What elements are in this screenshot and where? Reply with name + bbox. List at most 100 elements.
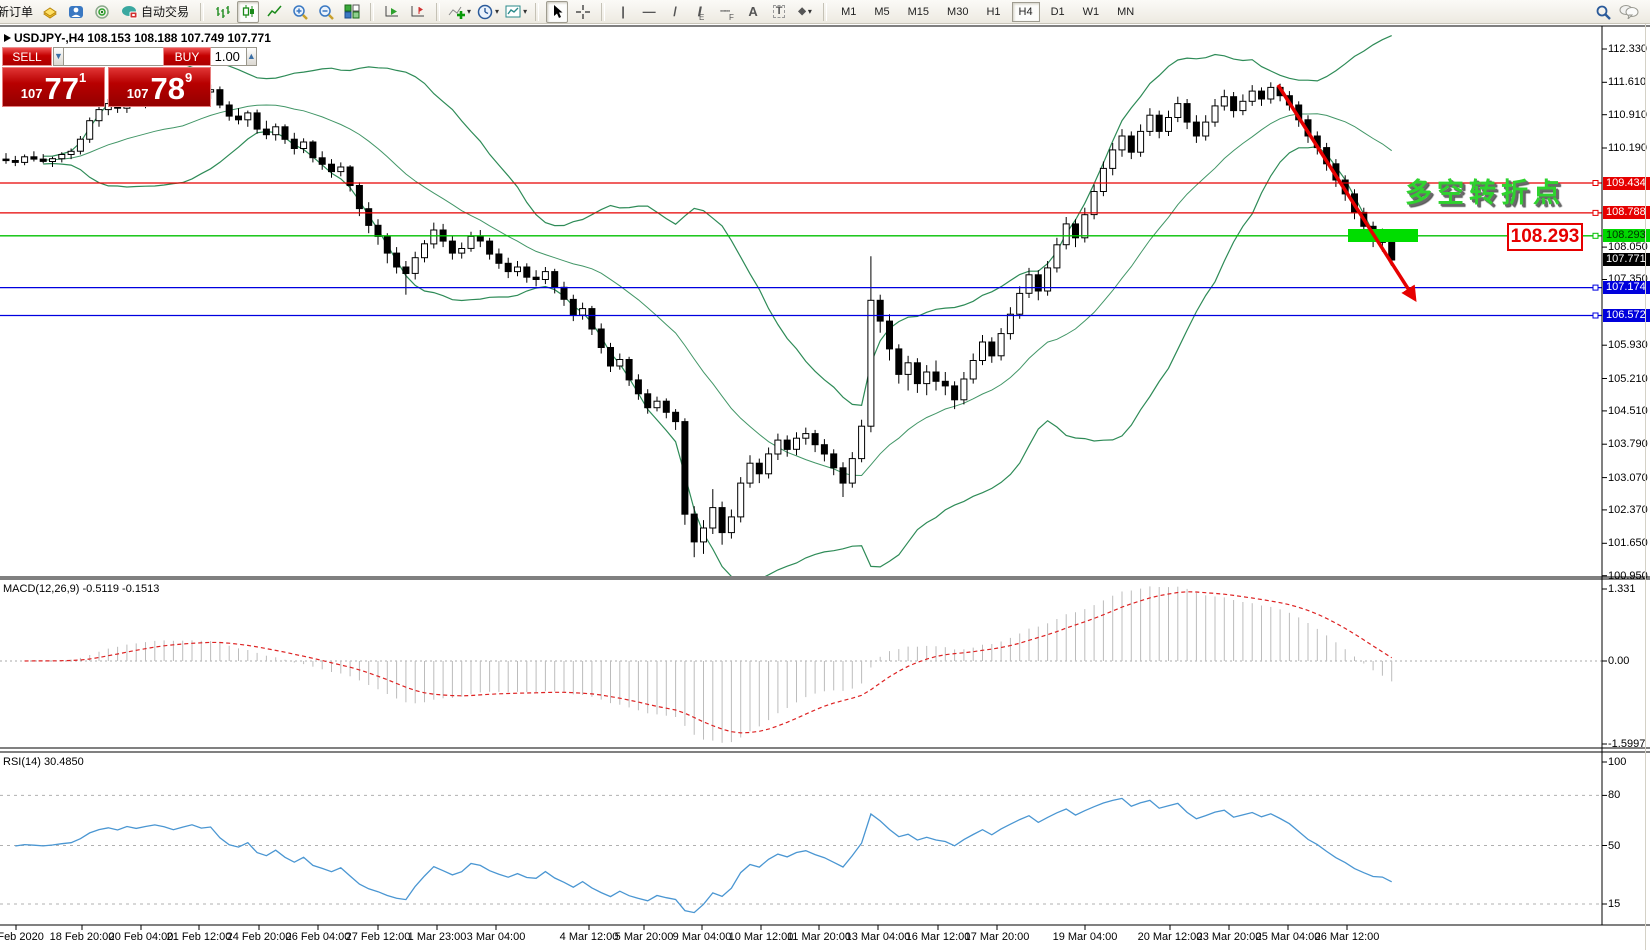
separator [370,3,374,21]
search-icon[interactable] [1592,1,1614,23]
timeframe-M30[interactable]: M30 [940,2,975,22]
buy-button[interactable]: BUY [163,47,211,66]
chart-ohlc-title: USDJPY-,H4 108.153 108.188 107.749 107.7… [14,31,271,45]
timeframe-M1[interactable]: M1 [834,2,863,22]
annotation-highlight-rect[interactable] [1348,229,1418,242]
timeframe-H1[interactable]: H1 [979,2,1007,22]
price-axis-tick: 104.510 [1608,405,1648,418]
favorites-icon[interactable] [39,1,61,23]
mql5-community-icon[interactable] [65,1,87,23]
price-axis-tick: 111.610 [1608,76,1646,89]
sell-price-big: 77 [44,74,78,104]
price-axis-tick: 103.070 [1608,472,1648,485]
price-axis-tick: 108.050 [1608,241,1648,254]
timeframe-group: M1M5M15M30H1H4D1W1MN [832,2,1143,22]
price-line-badge: 107.174 [1603,281,1650,294]
trendline-tool[interactable]: / [664,1,686,23]
timeframe-D1[interactable]: D1 [1044,2,1072,22]
time-axis-label: 11 Mar 20:00 [787,931,851,943]
autotrading-button[interactable]: 自动交易 [117,1,193,23]
buy-price-prefix: 107 [127,86,149,101]
time-axis-label: 21 Feb 12:00 [167,931,232,943]
cursor-tool-button[interactable] [546,1,568,23]
macd-axis-tick: -1.5997 [1608,738,1645,751]
price-chart-canvas [0,0,1650,950]
rsi-indicator [0,795,1602,912]
volume-decrease-button[interactable]: ▼ [53,47,64,66]
crosshair-tool-button[interactable] [572,1,594,23]
periods-button[interactable]: ▾ [476,1,500,23]
timeframe-H4[interactable]: H4 [1012,2,1040,22]
timeframe-W1[interactable]: W1 [1076,2,1107,22]
chart-area[interactable]: USDJPY-,H4 108.153 108.188 107.749 107.7… [0,23,1650,950]
price-line-badge: 106.572 [1603,309,1650,322]
volume-increase-button[interactable]: ▲ [246,47,257,66]
time-axis-label: 20 Mar 12:00 [1138,931,1203,943]
price-axis-tick: 112.330 [1608,43,1647,56]
auto-scroll-button[interactable] [381,1,403,23]
price-axis-tick: 105.930 [1608,339,1648,352]
separator [436,3,440,21]
time-axis-label: 26 Mar 12:00 [1315,931,1380,943]
indicators-button[interactable]: ▾ [447,1,472,23]
price-axis-tick: 103.790 [1608,438,1648,451]
toolbar: 新订单 自动交易 [0,0,1650,24]
tile-windows-button[interactable] [341,1,363,23]
buy-price-big: 78 [150,74,184,104]
equidistant-channel-tool[interactable]: //E [690,1,712,23]
current-bid-badge: 107.771 [1603,253,1650,266]
price-axis-tick: 110.910 [1608,109,1647,122]
bar-chart-type-button[interactable] [211,1,233,23]
text-label-tool[interactable]: T [768,1,790,23]
horizontal-line-tool[interactable]: — [638,1,660,23]
macd-label: MACD(12,26,9) -0.5119 -0.1513 [3,583,159,595]
annotation-trend-arrow[interactable] [1278,85,1414,298]
time-axis-label: 19 Mar 04:00 [1053,931,1118,943]
rsi-axis-tick: 15 [1608,898,1620,911]
time-axis-label: 20 Feb 04:00 [109,931,174,943]
timeframe-M15[interactable]: M15 [901,2,936,22]
time-axis-label: 7 Feb 2020 [0,931,44,943]
timeframe-MN[interactable]: MN [1110,2,1141,22]
sell-price-button[interactable]: 107 77 1 [2,67,105,107]
price-axis-tick: 100.950 [1608,570,1648,583]
time-axis-label: 18 Feb 20:00 [50,931,115,943]
annotation-note-text[interactable]: 多空转折点 [1405,171,1565,210]
one-click-collapse-icon[interactable] [4,34,11,42]
rsi-axis-tick: 50 [1608,840,1620,853]
candlestick-chart-type-button[interactable] [237,1,259,23]
sell-button[interactable]: SELL [2,47,52,66]
separator [601,3,605,21]
price-axis-tick: 102.370 [1608,504,1648,517]
line-chart-type-button[interactable] [263,1,285,23]
mt4-window: 新订单 自动交易 [0,0,1650,950]
volume-input[interactable] [64,47,246,66]
separator [200,3,204,21]
autotrading-label: 自动交易 [141,3,189,20]
time-axis-label: 16 Mar 12:00 [906,931,971,943]
rsi-axis-tick: 80 [1608,789,1620,802]
chat-icon[interactable] [1618,1,1640,23]
sell-price-sup: 1 [79,70,86,85]
annotation-price-callout[interactable]: 108.293 [1507,223,1583,251]
signal-icon[interactable] [91,1,113,23]
buy-price-button[interactable]: 107 78 9 [108,67,211,107]
price-line-badge: 108.788 [1603,206,1650,219]
window-edge [1645,23,1646,950]
zoom-out-button[interactable] [315,1,337,23]
templates-button[interactable]: ▾ [504,1,528,23]
new-order-button[interactable]: 新订单 [0,3,37,20]
time-axis-label: 9 Mar 04:00 [673,931,732,943]
chevron-down-icon: ▾ [523,7,527,16]
price-axis-tick: 101.650 [1608,537,1648,550]
arrows-tool[interactable]: ◆▾ [794,1,816,23]
fibonacci-tool[interactable]: ┄┄F [716,1,738,23]
price-line-badge: 108.293 [1603,229,1650,242]
timeframe-M5[interactable]: M5 [867,2,896,22]
text-tool[interactable]: A [742,1,764,23]
chart-shift-button[interactable] [407,1,429,23]
zoom-in-button[interactable] [289,1,311,23]
vertical-line-tool[interactable]: | [612,1,634,23]
sell-price-prefix: 107 [21,86,43,101]
time-axis-label: 5 Mar 20:00 [615,931,674,943]
